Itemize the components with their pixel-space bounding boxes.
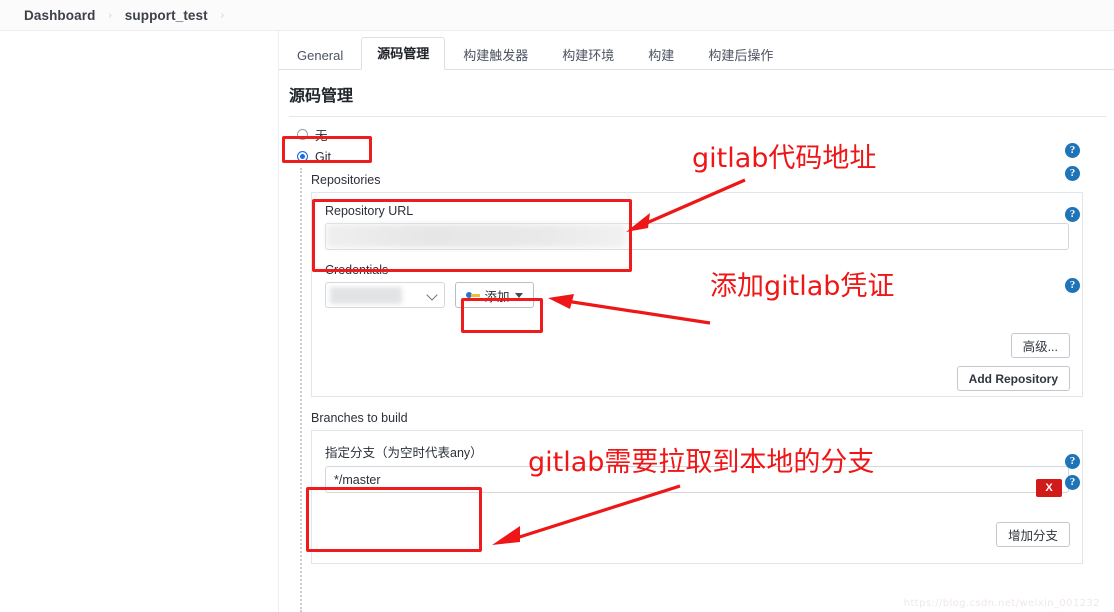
add-credentials-label: 添加	[484, 289, 510, 304]
scm-option-git-label: Git	[315, 149, 331, 164]
credentials-select[interactable]	[325, 282, 445, 308]
branches-label: Branches to build	[311, 411, 408, 425]
title-divider	[289, 116, 1106, 117]
breadcrumb-separator-icon-2: ›	[220, 9, 225, 21]
repository-url-redaction	[326, 224, 626, 248]
config-tabs: General 源码管理 构建触发器 构建环境 构建 构建后操作	[279, 31, 1114, 70]
help-icon-repository-url[interactable]: ?	[1065, 207, 1080, 222]
tab-post-build[interactable]: 构建后操作	[692, 39, 789, 70]
help-icon-scm[interactable]: ?	[1065, 143, 1080, 158]
breadcrumb-item-dashboard[interactable]: Dashboard	[24, 8, 95, 23]
help-icon-credentials[interactable]: ?	[1065, 278, 1080, 293]
tab-build-triggers[interactable]: 构建触发器	[447, 39, 544, 70]
watermark: https://blog.csdn.net/weixin_001232	[903, 598, 1100, 609]
chevron-down-icon	[426, 289, 438, 301]
main-content: General 源码管理 构建触发器 构建环境 构建 构建后操作 源码管理 无 …	[279, 31, 1114, 612]
help-icon-repositories[interactable]: ?	[1065, 166, 1080, 181]
page-root: Dashboard › support_test › General 源码管理 …	[0, 0, 1114, 612]
tab-scm[interactable]: 源码管理	[361, 37, 446, 70]
breadcrumb-separator-icon: ›	[108, 9, 112, 21]
annotation-repo-url: gitlab代码地址	[692, 143, 877, 174]
delete-branch-button[interactable]: X	[1036, 479, 1062, 497]
radio-icon-none	[297, 129, 308, 140]
annotation-branches: gitlab需要拉取到本地的分支	[528, 447, 875, 478]
sidebar-panel	[0, 31, 279, 612]
help-icon-branches[interactable]: ?	[1065, 454, 1080, 469]
tab-build[interactable]: 构建	[632, 39, 690, 70]
git-scm-form: Repositories Repository URL Credentials …	[311, 173, 1101, 564]
key-icon	[466, 290, 481, 300]
page-title: 源码管理	[289, 88, 354, 105]
chevron-down-icon-2	[515, 292, 524, 298]
add-branch-button[interactable]: 增加分支	[995, 522, 1070, 547]
form-group-guide	[300, 168, 302, 612]
advanced-button[interactable]: 高级...	[1010, 333, 1070, 358]
repository-url-label: Repository URL	[325, 204, 414, 218]
repository-panel: Repository URL Credentials 添加 高级... Add …	[311, 192, 1083, 397]
add-credentials-button[interactable]: 添加	[455, 282, 535, 308]
tab-general[interactable]: General	[281, 39, 359, 70]
credentials-label: Credentials	[325, 263, 389, 277]
credentials-value-redaction	[330, 287, 402, 304]
tab-build-environment[interactable]: 构建环境	[546, 39, 630, 70]
breadcrumb: Dashboard › support_test ›	[0, 0, 1114, 31]
scm-option-none-label: 无	[315, 129, 328, 143]
annotation-credentials: 添加gitlab凭证	[710, 271, 895, 302]
radio-icon-git	[297, 151, 308, 162]
repositories-label: Repositories	[311, 173, 381, 187]
help-icon-branch-spec[interactable]: ?	[1065, 475, 1080, 490]
add-repository-button[interactable]: Add Repository	[956, 366, 1070, 391]
breadcrumb-item-job[interactable]: support_test	[125, 8, 208, 23]
